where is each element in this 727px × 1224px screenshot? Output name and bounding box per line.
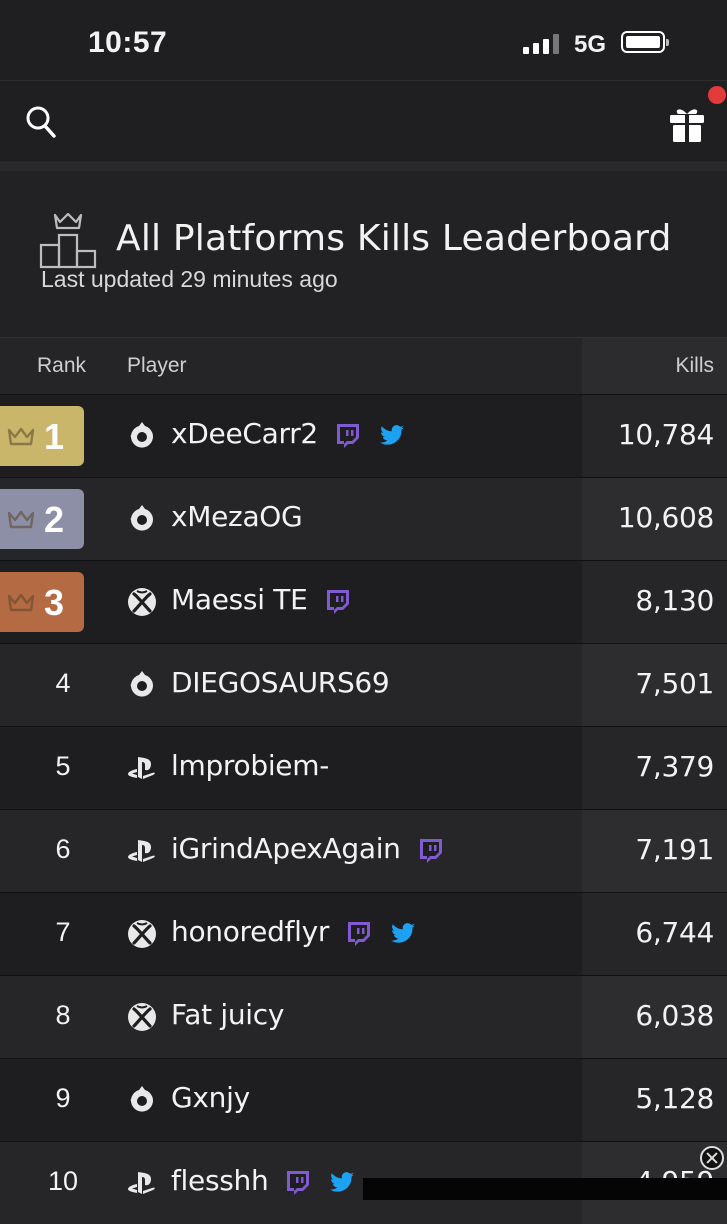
kills-value: 10,784 xyxy=(617,418,714,451)
crown-icon xyxy=(6,426,36,448)
player-name-link[interactable]: lmprobiem- xyxy=(171,749,329,782)
twitch-icon[interactable] xyxy=(324,587,352,615)
table-header: Rank Player Kills xyxy=(0,337,727,394)
kills-value: 10,608 xyxy=(617,501,714,534)
twitch-icon[interactable] xyxy=(334,421,362,449)
table-row[interactable]: 7 honoredflyr 6,744 xyxy=(0,892,727,975)
crown-icon xyxy=(6,509,36,531)
player-name-link[interactable]: Gxnjy xyxy=(171,1081,250,1114)
battery-icon xyxy=(621,31,669,53)
playstation-platform-icon xyxy=(126,752,158,784)
origin-platform-icon xyxy=(126,420,158,452)
player-name-link[interactable]: xDeeCarr2 xyxy=(171,417,318,450)
player-name-link[interactable]: honoredflyr xyxy=(171,915,329,948)
table-row[interactable]: 9 Gxnjy 5,128 xyxy=(0,1058,727,1141)
gift-icon[interactable] xyxy=(666,102,708,144)
podium-crown-icon xyxy=(39,212,97,269)
rank-number: 2 xyxy=(44,499,65,540)
status-time: 10:57 xyxy=(88,26,168,59)
player-name-link[interactable]: Fat juicy xyxy=(171,998,284,1031)
rank-number: 8 xyxy=(55,1000,71,1030)
twitch-icon[interactable] xyxy=(417,836,445,864)
leaderboard-header: All Platforms Kills Leaderboard Last upd… xyxy=(0,171,727,337)
xbox-platform-icon xyxy=(126,1001,158,1033)
crown-icon xyxy=(6,592,36,614)
rank-number: 6 xyxy=(55,834,71,864)
bottom-overlay-banner[interactable] xyxy=(363,1178,727,1200)
last-updated-text: Last updated 29 minutes ago xyxy=(41,266,338,292)
kills-value: 7,191 xyxy=(635,833,714,866)
kills-value: 6,744 xyxy=(635,916,714,949)
rank-badge-bronze: 3 xyxy=(0,572,84,632)
kills-value: 8,130 xyxy=(635,584,714,617)
column-header-rank[interactable]: Rank xyxy=(37,354,86,378)
rank-number: 5 xyxy=(55,751,71,781)
origin-platform-icon xyxy=(126,503,158,535)
column-header-kills[interactable]: Kills xyxy=(675,354,714,378)
table-row[interactable]: 6 iGrindApexAgain 7,191 xyxy=(0,809,727,892)
table-row[interactable]: 2 xMezaOG 10,608 xyxy=(0,477,727,560)
player-name-link[interactable]: flesshh xyxy=(171,1164,269,1197)
origin-platform-icon xyxy=(126,669,158,701)
twitch-icon[interactable] xyxy=(345,919,373,947)
network-type: 5G xyxy=(574,31,607,58)
rank-badge-silver: 2 xyxy=(0,489,84,549)
table-row[interactable]: 8 Fat juicy 6,038 xyxy=(0,975,727,1058)
kills-value: 7,501 xyxy=(635,667,714,700)
player-name-link[interactable]: xMezaOG xyxy=(171,500,303,533)
table-row[interactable]: 1 xDeeCarr2 10,784 xyxy=(0,394,727,477)
twitter-icon[interactable] xyxy=(328,1168,356,1196)
rank-number: 4 xyxy=(55,668,71,698)
rank-badge-gold: 1 xyxy=(0,406,84,466)
kills-value: 5,128 xyxy=(635,1082,714,1115)
status-bar: 10:57 5G xyxy=(0,0,727,81)
rank-number: 7 xyxy=(55,917,71,947)
origin-platform-icon xyxy=(126,1084,158,1116)
xbox-platform-icon xyxy=(126,586,158,618)
table-row[interactable]: 5 lmprobiem- 7,379 xyxy=(0,726,727,809)
table-row[interactable]: 4 DIEGOSAURS69 7,501 xyxy=(0,643,727,726)
player-name-link[interactable]: Maessi TE xyxy=(171,583,308,616)
cellular-signal-icon xyxy=(523,34,559,54)
playstation-platform-icon xyxy=(126,1167,158,1199)
notification-badge xyxy=(708,86,726,104)
column-header-player[interactable]: Player xyxy=(127,354,187,378)
top-nav-bar xyxy=(0,81,727,161)
leaderboard-table: Rank Player Kills 1 xDeeCarr2 10,784 2 xMeza… xyxy=(0,337,727,1224)
search-icon[interactable] xyxy=(24,103,58,141)
table-body: 1 xDeeCarr2 10,784 2 xMezaOG 10,608 3 Maessi TE… xyxy=(0,394,727,1224)
table-row[interactable]: 3 Maessi TE 8,130 xyxy=(0,560,727,643)
xbox-platform-icon xyxy=(126,918,158,950)
page-title: All Platforms Kills Leaderboard xyxy=(116,218,672,259)
rank-number: 9 xyxy=(55,1083,71,1113)
divider xyxy=(0,161,727,171)
kills-value: 6,038 xyxy=(635,999,714,1032)
twitch-icon[interactable] xyxy=(284,1168,312,1196)
rank-number: 3 xyxy=(44,582,65,623)
close-ad-button[interactable] xyxy=(700,1146,724,1170)
player-name-link[interactable]: iGrindApexAgain xyxy=(171,832,401,865)
twitter-icon[interactable] xyxy=(389,919,417,947)
rank-number: 1 xyxy=(44,416,65,457)
player-name-link[interactable]: DIEGOSAURS69 xyxy=(171,666,390,699)
rank-number: 10 xyxy=(47,1166,79,1196)
playstation-platform-icon xyxy=(126,835,158,867)
kills-value: 7,379 xyxy=(635,750,714,783)
twitter-icon[interactable] xyxy=(378,421,406,449)
